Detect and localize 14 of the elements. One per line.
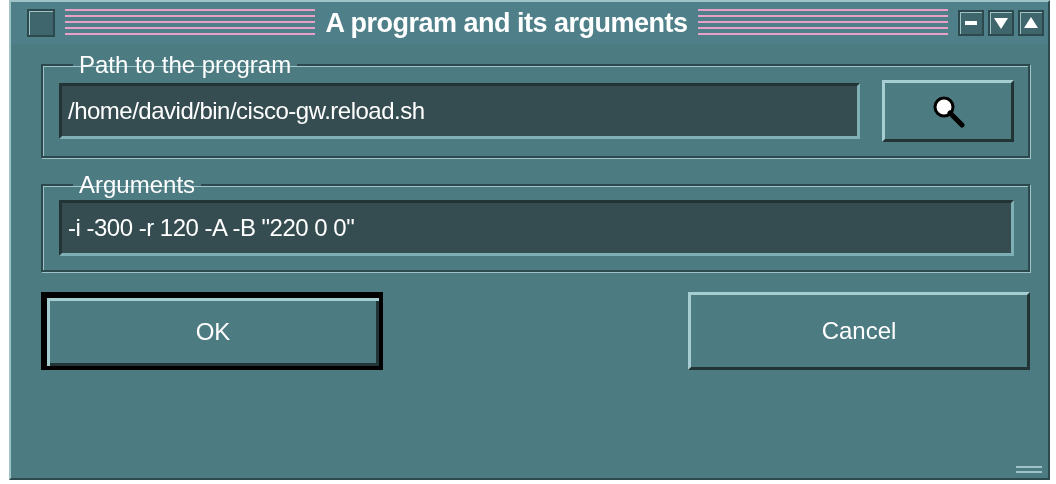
text-field[interactable]: -i -300 -r 120 -A -B "220 0 0" — [59, 200, 1014, 256]
shade-up-icon[interactable] — [1018, 10, 1044, 36]
group-label: Path to the program — [78, 52, 293, 78]
group-label: Arguments — [78, 172, 197, 198]
dialog-button[interactable]: Cancel — [688, 292, 1030, 370]
shade-down-icon[interactable] — [988, 10, 1014, 36]
browse-button[interactable] — [882, 80, 1014, 142]
minimize-icon[interactable] — [958, 10, 984, 36]
window-title: A program and its arguments — [325, 7, 688, 39]
resize-grip-icon[interactable] — [1016, 466, 1042, 474]
dialog-button[interactable]: OK — [41, 292, 383, 370]
text-field[interactable]: /home/david/bin/cisco-gw.reload.sh — [59, 83, 860, 139]
window-menu-icon[interactable] — [27, 9, 55, 37]
search-icon — [931, 94, 965, 128]
